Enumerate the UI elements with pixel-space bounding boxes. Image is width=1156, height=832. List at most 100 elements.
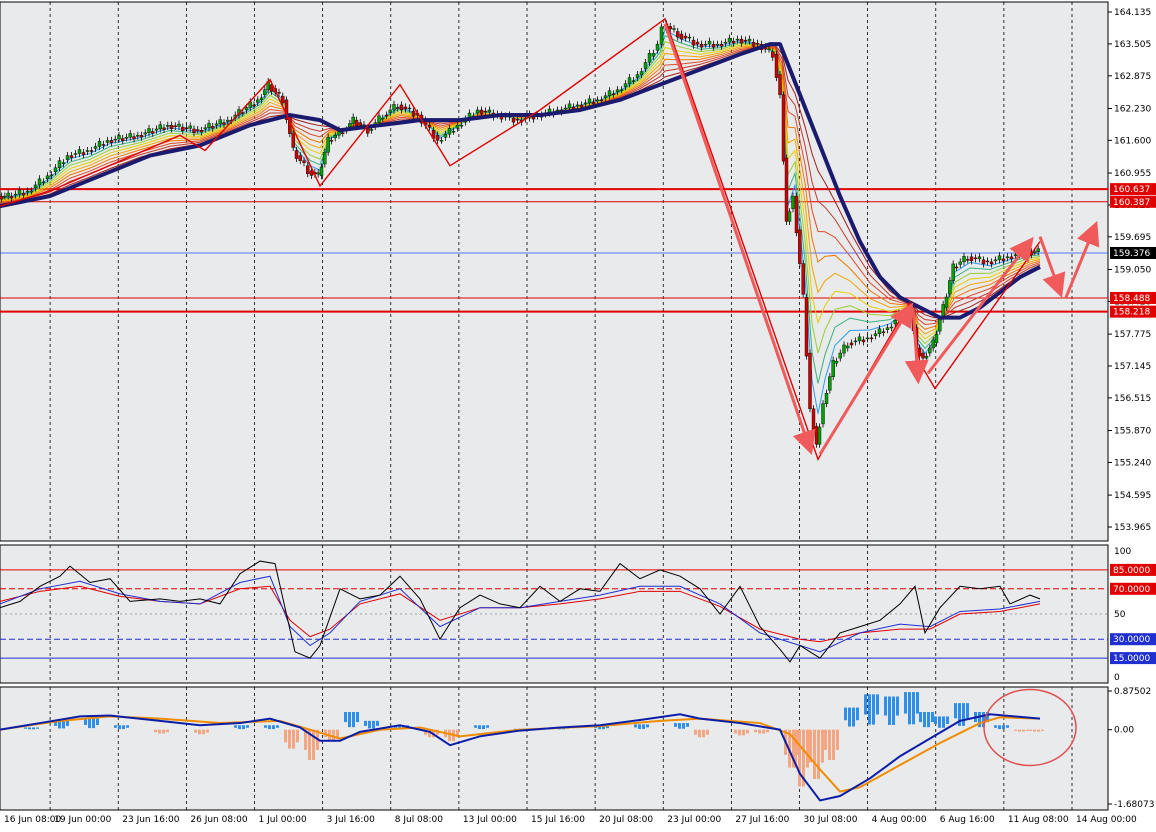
candle-body bbox=[751, 41, 756, 47]
macd-histogram-bar bbox=[284, 729, 287, 743]
macd-histogram-bar bbox=[482, 725, 485, 730]
candle-body bbox=[787, 211, 792, 222]
candle-body bbox=[857, 336, 862, 342]
candle-body bbox=[302, 160, 306, 163]
candle-body bbox=[162, 127, 166, 130]
candle-body bbox=[515, 118, 520, 121]
candle-body bbox=[399, 104, 404, 111]
candle-body bbox=[977, 256, 982, 260]
candle-body bbox=[475, 109, 480, 114]
candle-body bbox=[962, 256, 966, 263]
candle-body bbox=[259, 97, 264, 101]
x-tick-label: 20 Jul 08:00 bbox=[599, 815, 653, 825]
price-tag-label: 160.387 bbox=[1113, 198, 1150, 208]
macd-histogram-bar bbox=[642, 724, 645, 729]
macd-histogram-bar bbox=[998, 725, 1001, 730]
candle-body bbox=[838, 352, 842, 359]
candle-body bbox=[1021, 253, 1026, 257]
candle-body bbox=[319, 166, 324, 177]
candle-body bbox=[427, 124, 432, 128]
macd-histogram-bar bbox=[36, 727, 39, 729]
candle-body bbox=[411, 110, 416, 117]
candle-body bbox=[291, 133, 295, 148]
candle-body bbox=[791, 195, 795, 209]
candle-body bbox=[583, 102, 588, 105]
candle-body bbox=[954, 266, 959, 269]
candle-body bbox=[154, 128, 159, 131]
macd-histogram-bar bbox=[942, 716, 945, 728]
candle-body bbox=[143, 132, 147, 135]
candle-body bbox=[188, 125, 192, 129]
y-tick-label: 162.230 bbox=[1114, 104, 1151, 114]
macd-histogram-bar bbox=[202, 729, 205, 735]
candle-body bbox=[1001, 258, 1006, 262]
macd-histogram-bar bbox=[118, 725, 121, 730]
candle-body bbox=[203, 127, 207, 130]
candle-body bbox=[147, 128, 151, 133]
macd-histogram-bar bbox=[296, 729, 299, 743]
candle-body bbox=[89, 150, 94, 152]
candle-body bbox=[784, 157, 789, 222]
candle-body bbox=[687, 36, 692, 39]
candle-body bbox=[727, 37, 732, 43]
y-tick-label: 155.870 bbox=[1114, 427, 1151, 437]
stochastic-level-label: 15.0000 bbox=[1113, 654, 1150, 664]
macd-histogram-bar bbox=[92, 718, 95, 729]
macd-histogram-bar bbox=[678, 723, 681, 729]
macd-histogram-bar bbox=[368, 720, 371, 729]
candle-body bbox=[938, 319, 942, 332]
candle-body bbox=[447, 128, 452, 135]
candle-body bbox=[676, 31, 680, 38]
candle-body bbox=[861, 339, 866, 343]
macd-histogram-bar bbox=[734, 729, 737, 734]
macd-histogram-bar bbox=[806, 729, 809, 768]
candle-body bbox=[743, 39, 748, 42]
macd-histogram-bar bbox=[832, 729, 835, 761]
candle-body bbox=[316, 172, 320, 175]
candle-body bbox=[109, 140, 114, 143]
macd-histogram-bar bbox=[638, 724, 641, 729]
macd-histogram-bar bbox=[88, 718, 91, 729]
candle-body bbox=[774, 54, 779, 78]
macd-histogram-bar bbox=[934, 716, 937, 725]
macd-histogram-bar bbox=[238, 725, 241, 730]
y-tick-label: 159.695 bbox=[1114, 233, 1151, 243]
macd-histogram-bar bbox=[927, 712, 930, 728]
macd-histogram-bar bbox=[686, 723, 689, 727]
candle-body bbox=[381, 117, 385, 120]
candle-body bbox=[928, 347, 932, 354]
macd-histogram-bar bbox=[634, 724, 637, 728]
macd-histogram-bar bbox=[856, 707, 859, 721]
macd-histogram-bar bbox=[1022, 729, 1025, 732]
candle-body bbox=[931, 339, 935, 349]
macd-histogram-bar bbox=[646, 724, 649, 728]
candle-body bbox=[158, 124, 162, 130]
candle-body bbox=[483, 110, 488, 113]
macd-histogram-bar bbox=[348, 712, 351, 728]
macd-histogram-bar bbox=[28, 727, 31, 730]
candle-body bbox=[659, 26, 664, 45]
candle-body bbox=[306, 165, 310, 174]
chart-svg: 16 Jun 08:0019 Jun 00:00 23 Jun 16:00 26 J… bbox=[0, 1, 1156, 825]
candle-body bbox=[707, 40, 712, 45]
macd-histogram-bar bbox=[1041, 729, 1044, 731]
candle-body bbox=[37, 178, 42, 186]
candle-body bbox=[817, 426, 822, 445]
candle-body bbox=[439, 140, 444, 142]
y-tick-label: 161.600 bbox=[1114, 136, 1151, 146]
candle-body bbox=[181, 126, 185, 131]
candle-body bbox=[715, 43, 720, 46]
candle-body bbox=[281, 95, 285, 104]
macd-histogram-bar bbox=[292, 729, 295, 749]
candle-body bbox=[824, 393, 829, 404]
y-tick-label: 162.875 bbox=[1114, 72, 1151, 82]
macd-histogram-bar bbox=[888, 696, 891, 725]
candle-body bbox=[9, 195, 14, 199]
candle-body bbox=[384, 114, 389, 117]
candle-body bbox=[277, 92, 281, 94]
macd-histogram-bar bbox=[848, 707, 851, 727]
macd-y-tick: 0.00 bbox=[1114, 726, 1134, 736]
candle-body bbox=[93, 146, 98, 149]
x-tick-label: 16 Jun 08:00 bbox=[4, 815, 61, 825]
y-tick-label: 164.135 bbox=[1114, 8, 1151, 18]
